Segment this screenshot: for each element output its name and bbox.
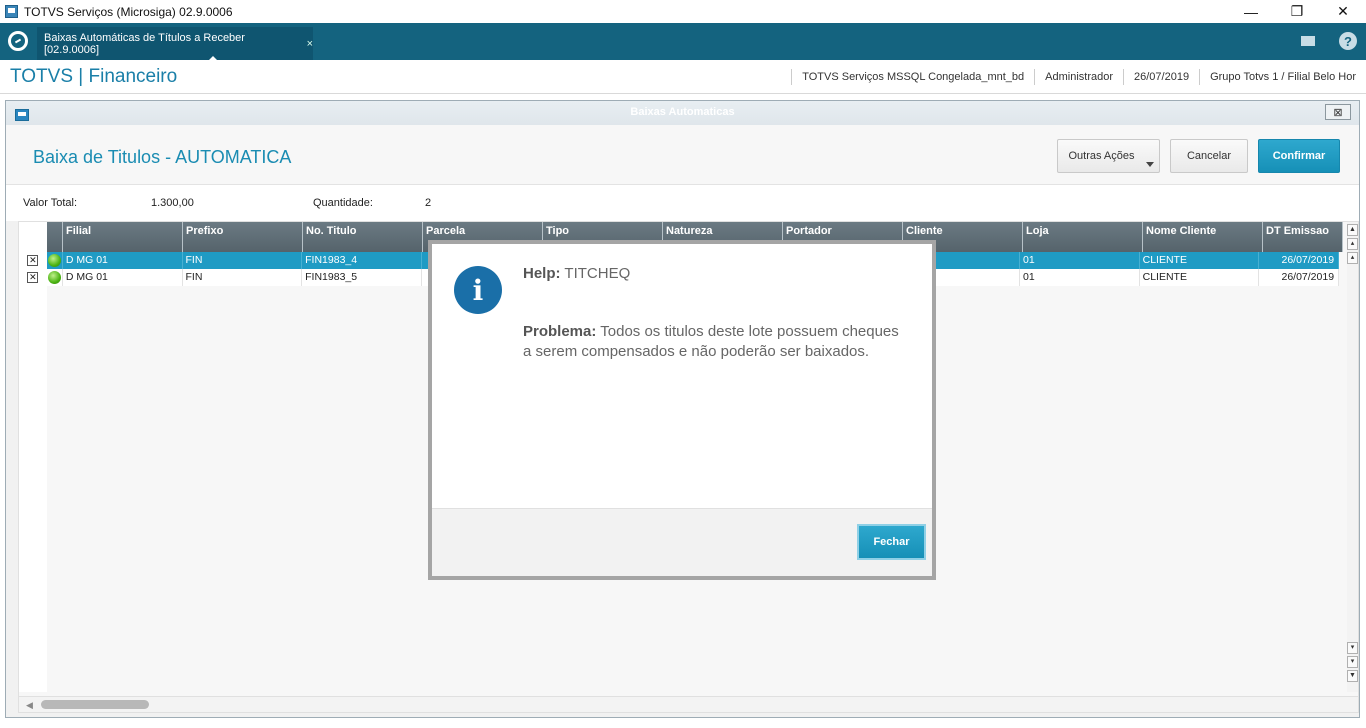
status-cell bbox=[47, 269, 63, 286]
dialog-title: Baixas Automaticas bbox=[630, 106, 735, 118]
info-icon: i bbox=[454, 266, 502, 314]
grid-header-dt-emissao[interactable]: DT Emissao bbox=[1263, 222, 1343, 252]
dialog-title-bar: Baixas Automaticas ⊠ bbox=[6, 101, 1359, 125]
cell-dt-emissao: 26/07/2019 bbox=[1259, 252, 1340, 269]
row-check-cell[interactable]: ✕ bbox=[19, 252, 47, 269]
scroll-up-small-icon[interactable]: ▴ bbox=[1347, 252, 1358, 264]
cell-filial: D MG 01 bbox=[63, 269, 183, 286]
chevron-down-icon bbox=[1146, 162, 1154, 167]
outras-acoes-label: Outras Ações bbox=[1068, 150, 1135, 162]
cell-titulo: FIN1983_4 bbox=[302, 252, 422, 269]
help-modal-frame: i Help: TITCHEQ Problema: Todos os titul… bbox=[428, 240, 936, 580]
fechar-button[interactable]: Fechar bbox=[857, 524, 926, 560]
cell-filial: D MG 01 bbox=[63, 252, 183, 269]
scroll-down-small-icon[interactable]: ▾ bbox=[1347, 642, 1358, 654]
grid-header-status[interactable] bbox=[47, 222, 63, 252]
grid-header-filial[interactable]: Filial bbox=[63, 222, 183, 252]
scroll-top-icon[interactable]: ▲ bbox=[1347, 224, 1358, 236]
grid-header-loja[interactable]: Loja bbox=[1023, 222, 1143, 252]
scroll-bottom-icon[interactable]: ▼ bbox=[1347, 670, 1358, 682]
valor-total-label: Valor Total: bbox=[23, 197, 78, 209]
cell-nome-cliente: CLIENTE bbox=[1140, 252, 1260, 269]
scroll-left-icon[interactable]: ◀ bbox=[26, 700, 33, 711]
window-title: TOTVS Serviços (Microsiga) 02.9.0006 bbox=[24, 4, 233, 19]
horizontal-scroll-thumb[interactable] bbox=[41, 700, 149, 709]
modal-footer: Fechar bbox=[432, 508, 932, 576]
app-window-icon bbox=[5, 5, 18, 18]
grid-vertical-scrollbar[interactable]: ▲ ▴ ▴ ▾ ▾ ▼ bbox=[1347, 222, 1358, 692]
row-checkbox[interactable]: ✕ bbox=[27, 272, 39, 283]
grid-header-titulo[interactable]: No. Titulo bbox=[303, 222, 423, 252]
cell-loja: 01 bbox=[1020, 269, 1140, 286]
header-info: TOTVS Serviços MSSQL Congelada_mnt_bd Ad… bbox=[791, 69, 1366, 85]
cancel-button[interactable]: Cancelar bbox=[1170, 139, 1248, 173]
problem-label: Problema: bbox=[523, 323, 597, 340]
cell-titulo: FIN1983_5 bbox=[302, 269, 422, 286]
cell-prefixo: FIN bbox=[183, 269, 303, 286]
app-title: TOTVS | Financeiro bbox=[10, 66, 178, 87]
tab-bar: Baixas Automáticas de Títulos a Receber … bbox=[0, 23, 1366, 62]
cell-dt-emissao: 26/07/2019 bbox=[1259, 269, 1340, 286]
header-branch: Grupo Totvs 1 / Filial Belo Hor bbox=[1199, 69, 1366, 85]
cell-loja: 01 bbox=[1020, 252, 1140, 269]
quantidade-label: Quantidade: bbox=[313, 197, 373, 209]
form-header: Baixa de Titulos - AUTOMATICA Outras Açõ… bbox=[6, 125, 1359, 185]
confirm-button[interactable]: Confirmar bbox=[1258, 139, 1340, 173]
help-code: TITCHEQ bbox=[564, 265, 631, 282]
tab-close-icon[interactable]: × bbox=[307, 38, 313, 50]
minimize-button[interactable]: — bbox=[1228, 0, 1274, 23]
help-label: Help: bbox=[523, 265, 561, 282]
totals-bar: Valor Total: 1.300,00 Quantidade: 2 bbox=[6, 185, 1359, 221]
grid-check-column bbox=[19, 222, 47, 692]
row-checkbox[interactable]: ✕ bbox=[27, 255, 39, 266]
header-environment: TOTVS Serviços MSSQL Congelada_mnt_bd bbox=[791, 69, 1034, 85]
help-heading: Help: TITCHEQ bbox=[523, 265, 630, 282]
maximize-button[interactable]: ❐ bbox=[1274, 0, 1320, 23]
mail-icon[interactable] bbox=[1298, 31, 1318, 51]
header-date: 26/07/2019 bbox=[1123, 69, 1199, 85]
cell-nome-cliente: CLIENTE bbox=[1140, 269, 1260, 286]
dialog-close-button[interactable]: ⊠ bbox=[1325, 104, 1351, 120]
header-user: Administrador bbox=[1034, 69, 1123, 85]
grid-header-prefixo[interactable]: Prefixo bbox=[183, 222, 303, 252]
status-green-icon bbox=[47, 254, 61, 267]
tab-label: Baixas Automáticas de Títulos a Receber … bbox=[44, 31, 245, 56]
window-title-bar: TOTVS Serviços (Microsiga) 02.9.0006 — ❐… bbox=[0, 0, 1366, 23]
form-title: Baixa de Titulos - AUTOMATICA bbox=[33, 147, 292, 167]
grid-header-nome-cliente[interactable]: Nome Cliente bbox=[1143, 222, 1263, 252]
scroll-up-icon[interactable]: ▴ bbox=[1347, 238, 1358, 250]
grid-horizontal-scrollbar[interactable]: ◀ bbox=[19, 696, 1358, 712]
cell-prefixo: FIN bbox=[183, 252, 303, 269]
problem-text: Problema: Todos os titulos deste lote po… bbox=[523, 322, 903, 362]
status-green-icon bbox=[47, 271, 61, 284]
help-icon[interactable]: ? bbox=[1339, 32, 1357, 50]
app-header: TOTVS | Financeiro TOTVS Serviços MSSQL … bbox=[0, 60, 1366, 94]
close-window-button[interactable]: ✕ bbox=[1320, 0, 1366, 23]
tab-baixas-automaticas[interactable]: Baixas Automáticas de Títulos a Receber … bbox=[37, 27, 313, 62]
home-icon[interactable] bbox=[8, 31, 28, 51]
outras-acoes-button[interactable]: Outras Ações bbox=[1057, 139, 1160, 173]
quantidade-value: 2 bbox=[425, 197, 432, 209]
valor-total-value: 1.300,00 bbox=[151, 197, 194, 209]
status-cell bbox=[47, 252, 63, 269]
scroll-down-icon[interactable]: ▾ bbox=[1347, 656, 1358, 668]
row-check-cell[interactable]: ✕ bbox=[19, 269, 47, 286]
help-modal: i Help: TITCHEQ Problema: Todos os titul… bbox=[432, 244, 932, 576]
